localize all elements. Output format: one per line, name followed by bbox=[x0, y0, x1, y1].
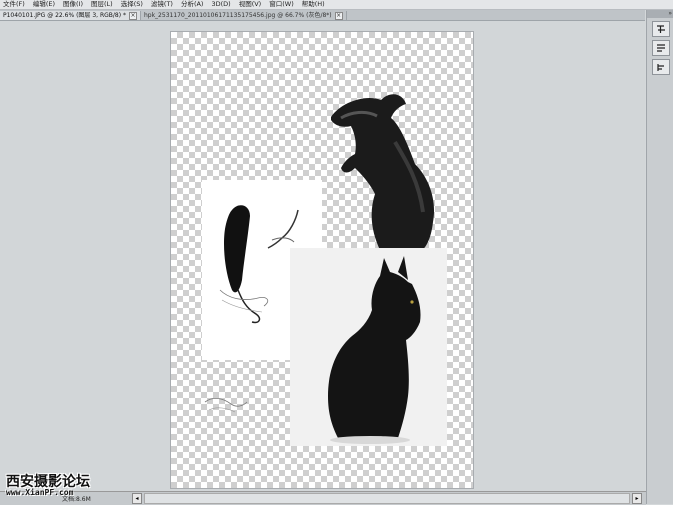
faint-smoke-smudge bbox=[201, 382, 251, 422]
smoke-plume bbox=[224, 205, 250, 293]
document-tab-bar: P1040101.JPG @ 22.6% (图层 3, RGB/8) * × h… bbox=[0, 10, 645, 21]
close-icon[interactable]: × bbox=[128, 11, 137, 20]
watermark-url: www.XianPF.com bbox=[6, 488, 74, 497]
paragraph-panel-button[interactable] bbox=[651, 40, 670, 56]
panel-dock: » bbox=[646, 10, 673, 504]
document-tab-active[interactable]: P1040101.JPG @ 22.6% (图层 3, RGB/8) * × bbox=[0, 11, 141, 20]
menu-edit[interactable]: 编辑(E) bbox=[30, 0, 60, 9]
character-icon bbox=[656, 24, 665, 33]
canvas-workspace[interactable] bbox=[0, 21, 645, 491]
menu-analysis[interactable]: 分析(A) bbox=[178, 0, 209, 9]
cat-silhouette bbox=[331, 94, 434, 252]
align-panel-button[interactable] bbox=[651, 59, 670, 75]
menu-bar: 文件(F) 编辑(E) 图像(I) 图层(L) 选择(S) 滤镜(T) 分析(A… bbox=[0, 0, 673, 10]
tab-title: P1040101.JPG @ 22.6% (图层 3, RGB/8) * bbox=[3, 12, 126, 19]
panel-dock-header[interactable]: » bbox=[647, 10, 673, 18]
black-cat-photo-layer[interactable] bbox=[290, 248, 447, 446]
menu-select[interactable]: 选择(S) bbox=[118, 0, 148, 9]
menu-image[interactable]: 图像(I) bbox=[60, 0, 88, 9]
close-icon[interactable]: × bbox=[334, 11, 343, 20]
tab-title: hpk_2531170_20110106171135175456.jpg @ 6… bbox=[143, 12, 332, 19]
collapse-icon[interactable]: » bbox=[668, 10, 672, 18]
scroll-left-button[interactable]: ◂ bbox=[132, 493, 142, 504]
cat-silhouette-layer[interactable] bbox=[311, 82, 471, 252]
watermark: 西安摄影论坛 www.XianPF.com bbox=[0, 468, 110, 504]
menu-help[interactable]: 帮助(H) bbox=[299, 0, 330, 9]
menu-3d[interactable]: 3D(D) bbox=[208, 0, 235, 9]
document-tab-inactive[interactable]: hpk_2531170_20110106171135175456.jpg @ 6… bbox=[141, 11, 347, 20]
paragraph-icon bbox=[656, 43, 665, 52]
character-panel-button[interactable] bbox=[651, 21, 670, 37]
menu-file[interactable]: 文件(F) bbox=[0, 0, 30, 9]
document-canvas[interactable] bbox=[171, 32, 473, 488]
menu-layer[interactable]: 图层(L) bbox=[88, 0, 118, 9]
align-icon bbox=[656, 63, 664, 71]
horizontal-scrollbar[interactable] bbox=[144, 493, 630, 504]
menu-view[interactable]: 视图(V) bbox=[236, 0, 267, 9]
menu-window[interactable]: 窗口(W) bbox=[266, 0, 299, 9]
menu-filter[interactable]: 滤镜(T) bbox=[148, 0, 178, 9]
scroll-right-button[interactable]: ▸ bbox=[632, 493, 642, 504]
